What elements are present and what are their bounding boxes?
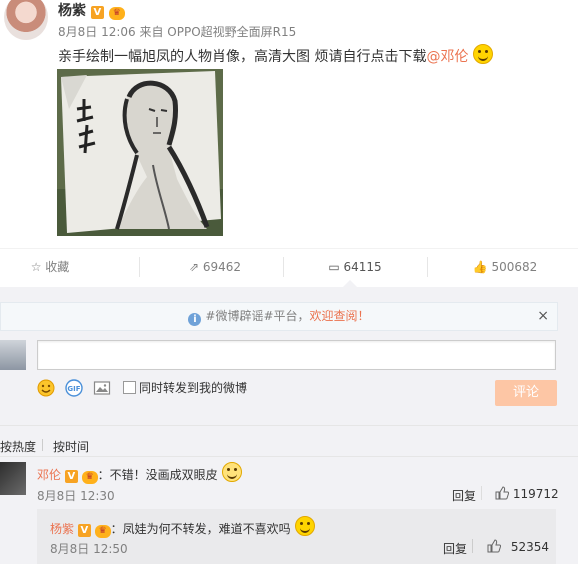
reply-time: 8月8日 12:50	[50, 542, 128, 556]
post-author-name[interactable]: 杨紫	[58, 3, 86, 19]
reply-text: ：凤娃为何不转发，难道不喜欢吗	[110, 522, 291, 536]
action-divider	[139, 257, 140, 277]
comment-line: 邓伦 V ♛ ：不错！没画成双眼皮	[37, 462, 242, 484]
thumbs-up-icon: 👍	[472, 260, 488, 274]
post-body: 亲手绘制一幅旭凤的人物肖像，高清大图 烦请自行点击下载	[58, 49, 427, 65]
reply-like-button[interactable]: 52354	[487, 539, 549, 554]
thumbs-up-icon	[495, 486, 510, 500]
gif-icon[interactable]: GIF	[65, 379, 83, 397]
favorite-label: 收藏	[45, 260, 70, 274]
reply-button[interactable]: 回复	[452, 487, 476, 504]
vip-icon[interactable]: ♛	[108, 7, 125, 20]
list-divider	[0, 456, 578, 457]
sort-by-time[interactable]: 按时间	[53, 438, 89, 455]
image-icon[interactable]	[93, 379, 111, 397]
repost-checkbox[interactable]	[123, 381, 136, 394]
sort-by-hot[interactable]: 按热度	[0, 438, 36, 455]
comment-text: ：不错！没画成双眼皮	[97, 468, 218, 482]
smile-emoji-icon	[472, 44, 493, 64]
like-count: 500682	[491, 260, 538, 274]
svg-text:GIF: GIF	[67, 385, 80, 393]
action-divider	[283, 257, 284, 277]
repost-checkbox-label[interactable]: 同时转发到我的微博	[139, 379, 247, 396]
verified-icon: V	[77, 524, 91, 537]
repost-button[interactable]: ⇗ 69462	[150, 249, 280, 285]
sort-divider	[42, 439, 43, 451]
commenter-avatar[interactable]	[0, 462, 26, 495]
comment-panel-pointer	[343, 280, 357, 287]
action-divider	[427, 257, 428, 277]
notice-text[interactable]: #微博辟谣#平台，	[205, 309, 309, 323]
repost-count: 69462	[202, 260, 242, 274]
submit-comment-button[interactable]: 评论	[495, 380, 557, 406]
portrait-sketch-image[interactable]	[57, 69, 223, 236]
comment-icon: ▭	[328, 260, 340, 274]
favorite-button[interactable]: ☆ 收藏	[0, 249, 100, 285]
thumbs-up-icon	[487, 539, 502, 553]
mention-link[interactable]: @邓伦	[426, 49, 468, 65]
author-avatar[interactable]	[4, 0, 48, 40]
wink-emoji-icon	[221, 462, 242, 482]
comment-input[interactable]	[37, 340, 556, 370]
post-author[interactable]: 杨紫 V ♛	[58, 0, 125, 20]
vip-icon[interactable]: ♛	[81, 471, 98, 484]
comment-like-button[interactable]: 119712	[495, 486, 559, 501]
comment-count: 64115	[343, 260, 382, 274]
close-icon[interactable]: ×	[537, 303, 549, 330]
rumor-notice-banner: i #微博辟谣#平台，欢迎查阅！ ×	[0, 302, 558, 331]
action-divider	[472, 539, 473, 553]
comment-time: 8月8日 12:30	[37, 489, 115, 503]
verified-icon: V	[90, 6, 104, 19]
commenter-name[interactable]: 邓伦	[37, 468, 61, 482]
sketch-drawing	[57, 69, 223, 236]
smile-emoji-icon	[294, 516, 315, 536]
repost-icon: ⇗	[188, 260, 200, 274]
reply-line: 杨紫 V ♛ ：凤娃为何不转发，难道不喜欢吗	[50, 516, 315, 538]
info-icon: i	[188, 313, 202, 326]
post-text: 亲手绘制一幅旭凤的人物肖像，高清大图 烦请自行点击下载@邓伦	[58, 44, 493, 66]
action-divider	[481, 486, 482, 500]
post-meta: 8月8日 12:06 来自 OPPO超视野全面屏R15	[58, 25, 297, 39]
action-bar: ☆ 收藏 ⇗ 69462 ▭ 64115 👍 500682	[0, 248, 578, 285]
comment-like-count: 119712	[512, 487, 559, 501]
comment-sort-bar: 按热度 按时间	[0, 425, 578, 456]
reply-button[interactable]: 回复	[443, 540, 467, 557]
reply-like-count: 52354	[510, 540, 550, 554]
reply-author-name[interactable]: 杨紫	[50, 522, 74, 536]
like-button[interactable]: 👍 500682	[440, 249, 570, 285]
vip-icon[interactable]: ♛	[94, 525, 111, 538]
notice-link[interactable]: 欢迎查阅！	[310, 309, 370, 323]
verified-icon: V	[64, 470, 78, 483]
star-icon: ☆	[30, 260, 42, 274]
current-user-avatar[interactable]	[0, 340, 26, 370]
emoji-icon[interactable]	[37, 379, 55, 397]
